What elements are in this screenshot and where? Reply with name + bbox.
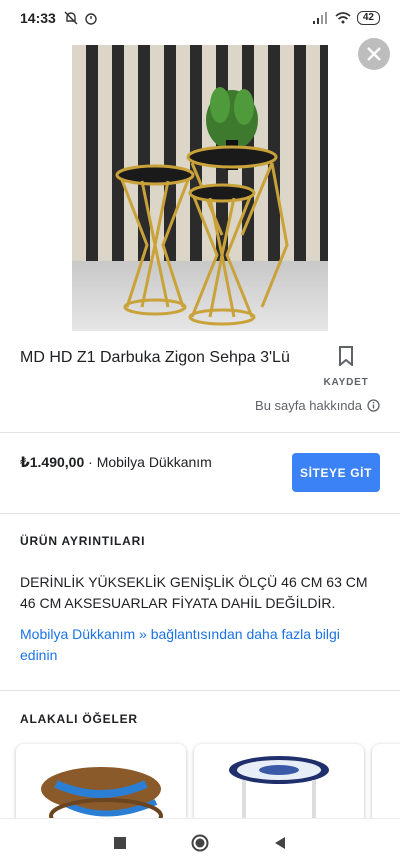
- alarm-icon: [85, 13, 97, 25]
- square-nav-icon[interactable]: [113, 836, 127, 850]
- wifi-icon: [335, 12, 351, 24]
- close-icon: [367, 47, 381, 61]
- divider: [0, 513, 400, 514]
- save-button[interactable]: KAYDET: [318, 346, 374, 388]
- close-button[interactable]: [358, 38, 390, 70]
- status-time: 14:33: [20, 10, 56, 26]
- about-label: Bu sayfa hakkında: [255, 398, 362, 413]
- more-info-link[interactable]: Mobilya Dükkanım » bağlantısından daha f…: [20, 624, 370, 666]
- mute-bell-icon: [64, 11, 78, 25]
- details-description: DERİNLİK YÜKSEKLİK GENİŞLİK ÖLÇÜ 46 CM 6…: [20, 574, 368, 611]
- battery-indicator: 42: [356, 11, 380, 25]
- status-bar: 14:33 42: [0, 0, 400, 36]
- product-illustration: [115, 87, 289, 326]
- price: ₺1.490,00: [20, 454, 85, 470]
- signal-icon: [312, 12, 327, 24]
- price-row: ₺1.490,00 · Mobilya Dükkanım: [20, 454, 212, 471]
- divider: [0, 432, 400, 433]
- about-page-link[interactable]: Bu sayfa hakkında: [255, 398, 380, 413]
- info-icon: [367, 399, 380, 412]
- bookmark-icon: [339, 346, 353, 368]
- circle-nav-icon[interactable]: [191, 834, 209, 852]
- divider: [0, 690, 400, 691]
- product-image: [72, 45, 328, 331]
- system-nav-bar: [0, 818, 400, 866]
- related-heading: ALAKALI ÖĞELER: [20, 712, 138, 726]
- save-label: KAYDET: [323, 377, 369, 388]
- merchant-name: · Mobilya Dükkanım: [88, 454, 212, 470]
- details-heading: ÜRÜN AYRINTILARI: [20, 534, 146, 548]
- visit-site-button[interactable]: SİTEYE GİT: [292, 453, 380, 492]
- back-nav-icon[interactable]: [273, 836, 287, 850]
- product-title: MD HD Z1 Darbuka Zigon Sehpa 3'Lü: [20, 349, 290, 366]
